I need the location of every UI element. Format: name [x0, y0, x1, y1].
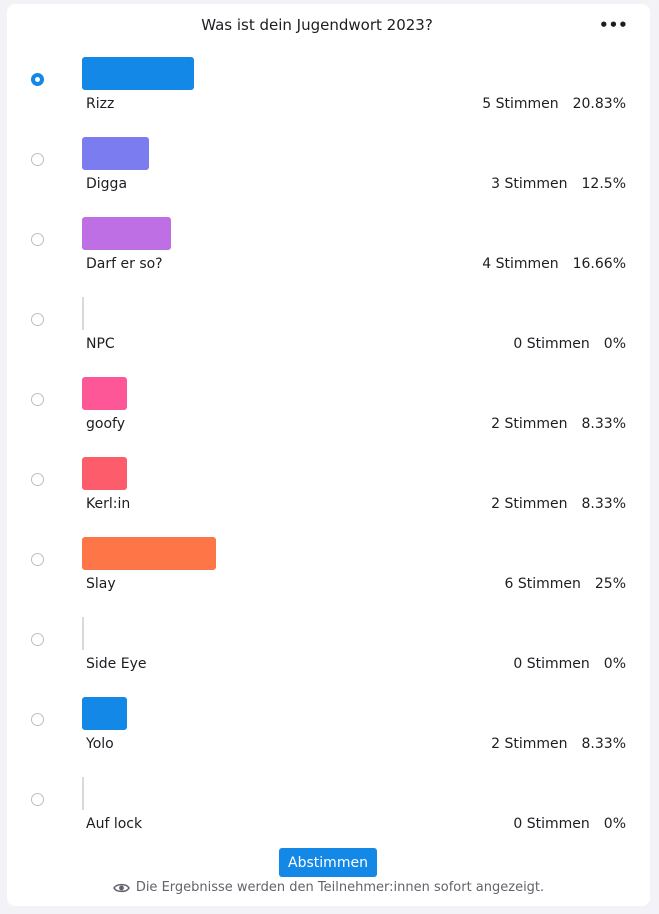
- vote-count: 0 Stimmen: [513, 656, 590, 672]
- option-label: Kerl:in: [86, 496, 131, 512]
- vote-count: 2 Stimmen: [491, 416, 568, 432]
- poll-option[interactable]: Digga 3 Stimmen 12.5%: [7, 133, 650, 213]
- poll-option[interactable]: Kerl:in 2 Stimmen 8.33%: [7, 453, 650, 533]
- poll-option[interactable]: Slay 6 Stimmen 25%: [7, 533, 650, 613]
- vote-count: 4 Stimmen: [482, 256, 559, 272]
- result-bar: [82, 137, 149, 170]
- option-stats: 6 Stimmen 25%: [504, 576, 626, 592]
- option-radio[interactable]: [31, 233, 44, 246]
- option-stats: 4 Stimmen 16.66%: [482, 256, 626, 272]
- option-radio[interactable]: [31, 553, 44, 566]
- option-radio[interactable]: [31, 713, 44, 726]
- vote-count: 5 Stimmen: [482, 96, 559, 112]
- option-label: NPC: [86, 336, 115, 352]
- option-stats: 3 Stimmen 12.5%: [491, 176, 626, 192]
- option-label: Auf lock: [86, 816, 143, 832]
- result-bar: [82, 617, 84, 650]
- poll-card: Was ist dein Jugendwort 2023? ••• Rizz 5 …: [7, 4, 650, 906]
- option-radio[interactable]: [31, 313, 44, 326]
- result-bar: [82, 217, 171, 250]
- poll-option[interactable]: Side Eye 0 Stimmen 0%: [7, 613, 650, 693]
- option-stats: 0 Stimmen 0%: [513, 656, 626, 672]
- result-bar: [82, 377, 127, 410]
- vote-percent: 16.66%: [572, 256, 626, 272]
- vote-percent: 8.33%: [581, 736, 626, 752]
- option-radio[interactable]: [31, 633, 44, 646]
- vote-percent: 8.33%: [581, 496, 626, 512]
- poll-option[interactable]: Rizz 5 Stimmen 20.83%: [7, 53, 650, 133]
- option-stats: 2 Stimmen 8.33%: [491, 496, 626, 512]
- vote-count: 2 Stimmen: [491, 736, 568, 752]
- vote-count: 6 Stimmen: [504, 576, 581, 592]
- result-bar: [82, 57, 194, 90]
- more-options-icon[interactable]: •••: [599, 16, 628, 34]
- poll-option[interactable]: goofy 2 Stimmen 8.33%: [7, 373, 650, 453]
- result-bar: [82, 697, 127, 730]
- poll-title: Was ist dein Jugendwort 2023?: [201, 16, 433, 34]
- option-stats: 2 Stimmen 8.33%: [491, 416, 626, 432]
- result-bar: [82, 777, 84, 810]
- option-stats: 0 Stimmen 0%: [513, 336, 626, 352]
- vote-button[interactable]: Abstimmen: [279, 848, 377, 877]
- option-stats: 2 Stimmen 8.33%: [491, 736, 626, 752]
- option-radio[interactable]: [31, 73, 44, 86]
- vote-count: 0 Stimmen: [513, 336, 590, 352]
- option-stats: 0 Stimmen 0%: [513, 816, 626, 832]
- result-bar: [82, 457, 127, 490]
- vote-count: 3 Stimmen: [491, 176, 568, 192]
- vote-percent: 8.33%: [581, 416, 626, 432]
- poll-option[interactable]: Yolo 2 Stimmen 8.33%: [7, 693, 650, 773]
- option-label: Slay: [86, 576, 116, 592]
- result-bar: [82, 297, 84, 330]
- vote-count: 2 Stimmen: [491, 496, 568, 512]
- vote-percent: 0%: [603, 336, 626, 352]
- option-label: Darf er so?: [86, 256, 163, 272]
- vote-percent: 20.83%: [572, 96, 626, 112]
- vote-percent: 25%: [594, 576, 626, 592]
- vote-percent: 0%: [603, 816, 626, 832]
- result-bar: [82, 537, 216, 570]
- option-radio[interactable]: [31, 793, 44, 806]
- option-radio[interactable]: [31, 393, 44, 406]
- option-radio[interactable]: [31, 473, 44, 486]
- results-notice-text: Die Ergebnisse werden den Teilnehmer:inn…: [135, 880, 545, 895]
- option-label: goofy: [86, 416, 125, 432]
- poll-option[interactable]: Darf er so? 4 Stimmen 16.66%: [7, 213, 650, 293]
- option-label: Rizz: [86, 96, 115, 112]
- option-label: Digga: [86, 176, 128, 192]
- option-label: Side Eye: [86, 656, 147, 672]
- poll-option[interactable]: NPC 0 Stimmen 0%: [7, 293, 650, 373]
- poll-option[interactable]: Auf lock 0 Stimmen 0%: [7, 773, 650, 853]
- option-stats: 5 Stimmen 20.83%: [482, 96, 626, 112]
- eye-icon: [112, 883, 130, 893]
- option-radio[interactable]: [31, 153, 44, 166]
- vote-count: 0 Stimmen: [513, 816, 590, 832]
- option-label: Yolo: [86, 736, 114, 752]
- vote-percent: 12.5%: [581, 176, 626, 192]
- vote-percent: 0%: [603, 656, 626, 672]
- results-notice: Die Ergebnisse werden den Teilnehmer:inn…: [7, 880, 650, 895]
